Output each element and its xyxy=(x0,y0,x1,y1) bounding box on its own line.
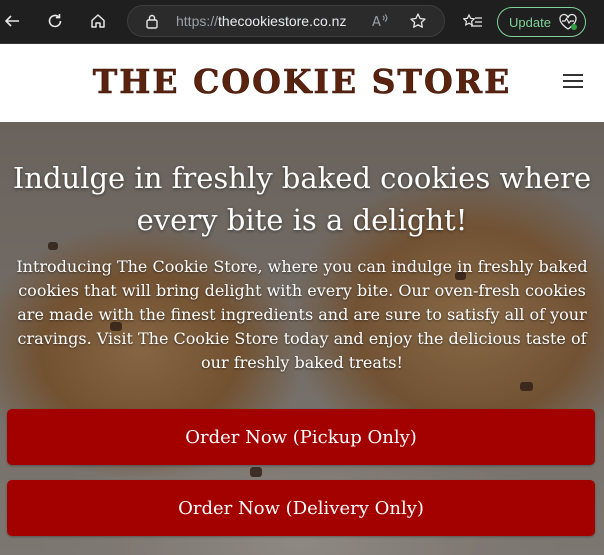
browser-toolbar: https://thecookiestore.co.nz A Update xyxy=(0,0,604,44)
reload-icon[interactable] xyxy=(43,9,67,33)
url-host: thecookiestore.co.nz xyxy=(218,13,347,29)
read-aloud-icon[interactable]: A xyxy=(372,13,390,33)
site-header: THE COOKIE STORE xyxy=(0,44,604,122)
order-delivery-button[interactable]: Order Now (Delivery Only) xyxy=(7,480,595,536)
url-prefix: https:// xyxy=(176,13,219,29)
update-button[interactable]: Update xyxy=(497,7,586,37)
update-label: Update xyxy=(509,14,551,30)
hero-description: Introducing The Cookie Store, where you … xyxy=(16,257,588,372)
hero-title: Indulge in freshly baked cookies where e… xyxy=(12,161,592,237)
favorite-star-icon[interactable] xyxy=(409,12,427,34)
lock-icon[interactable] xyxy=(145,13,159,33)
hamburger-menu-icon[interactable] xyxy=(563,74,583,90)
home-icon[interactable] xyxy=(86,9,110,33)
url-text[interactable]: https://thecookiestore.co.nz xyxy=(176,13,346,29)
order-pickup-label: Order Now (Pickup Only) xyxy=(185,426,417,448)
logo-text: THE COOKIE STORE xyxy=(92,62,512,102)
order-pickup-button[interactable]: Order Now (Pickup Only) xyxy=(7,409,595,465)
back-icon[interactable] xyxy=(0,9,24,33)
hero-section: Indulge in freshly baked cookies where e… xyxy=(0,122,604,555)
site-logo[interactable]: THE COOKIE STORE xyxy=(0,62,604,102)
address-bar[interactable]: https://thecookiestore.co.nz A xyxy=(127,5,445,37)
svg-text:A: A xyxy=(372,15,381,29)
heart-pulse-icon xyxy=(558,13,578,34)
collections-icon[interactable] xyxy=(461,10,485,34)
order-delivery-label: Order Now (Delivery Only) xyxy=(178,497,424,519)
